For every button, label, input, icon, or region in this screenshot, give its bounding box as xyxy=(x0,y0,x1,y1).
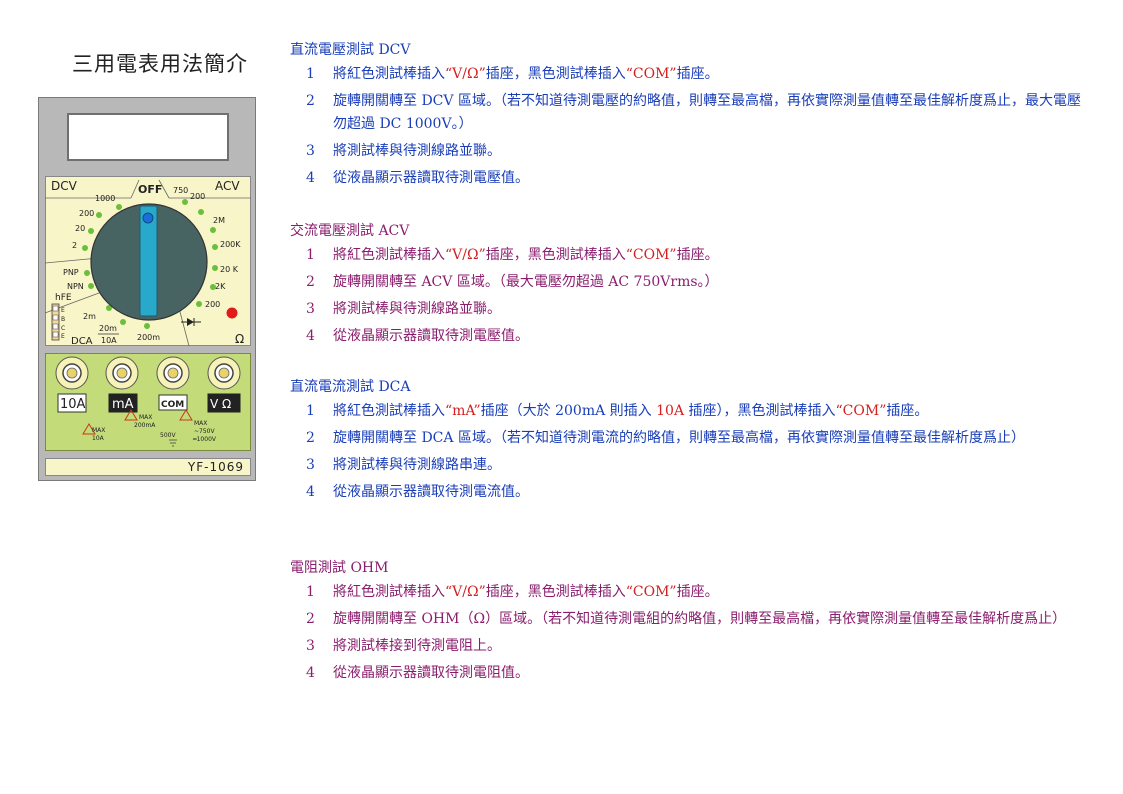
step-item: 4 從液晶顯示器讀取待測電壓值。 xyxy=(306,170,529,186)
npn-label: NPN xyxy=(67,282,84,291)
step-item: 1 將紅色測試棒插入“mA”插座（大於 200mA 則插入 10A 插座），黑色… xyxy=(306,403,929,419)
range-20K: 20 K xyxy=(220,265,239,274)
step-item: 3 將測試棒與待測線路串連。 xyxy=(306,457,501,473)
svg-text:B: B xyxy=(61,316,65,323)
range-2M: 2M xyxy=(213,216,225,225)
svg-text:E: E xyxy=(61,307,65,314)
range-10A: 10A xyxy=(101,336,117,345)
range-200m: 200m xyxy=(137,333,160,342)
pnp-label: PNP xyxy=(63,268,79,277)
step-item: 1 將紅色測試棒插入“V/Ω”插座，黑色測試棒插入“COM”插座。 xyxy=(306,584,719,600)
step-item: 3 將測試棒接到待測電阻上。 xyxy=(306,638,501,654)
section-title: 交流電壓測試 ACV xyxy=(290,223,410,239)
step-item: 4 從液晶顯示器讀取待測電流值。 xyxy=(306,484,529,500)
step-item: 4 從液晶顯示器讀取待測電阻值。 xyxy=(306,665,529,681)
svg-text:~750V: ~750V xyxy=(194,428,215,435)
section-title: 電阻測試 OHM xyxy=(290,560,389,576)
ohm-label: Ω xyxy=(235,332,244,346)
svg-text:MAX: MAX xyxy=(92,427,105,434)
range-200K: 200K xyxy=(220,240,241,249)
jack-com-label: COM xyxy=(161,400,184,410)
step-item: 1 將紅色測試棒插入“V/Ω”插座，黑色測試棒插入“COM”插座。 xyxy=(306,247,719,263)
range-20m: 20m xyxy=(99,324,117,333)
range-1000: 1000 xyxy=(95,194,115,203)
hfe-label: hFE xyxy=(55,293,72,303)
step-item: 2 旋轉開關轉至 ACV 區域。（最大電壓勿超過 AC 750Vrms。） xyxy=(306,274,719,290)
step-item: 2 旋轉開關轉至 OHM（Ω）區域。（若不知道待測電組的約略值，則轉至最高檔，再… xyxy=(306,611,1067,627)
range-200-ohm: 200 xyxy=(205,300,220,309)
range-2m: 2m xyxy=(83,312,96,321)
input-jacks xyxy=(55,356,241,390)
dcv-label: DCV xyxy=(51,179,78,193)
section-dca: 直流電流測試 DCA 1 將紅色測試棒插入“mA”插座（大於 200mA 則插入… xyxy=(290,378,1110,504)
jack-10a-label: 10A xyxy=(60,397,86,412)
multimeter-illustration: YF-1069 DCV ACV OFF 1000 200 20 2 750 20… xyxy=(38,97,256,481)
multimeter-graphics: DCV ACV OFF 1000 200 20 2 750 200 2M 200… xyxy=(44,179,251,447)
section-acv: 交流電壓測試 ACV 1 將紅色測試棒插入“V/Ω”插座，黑色測試棒插入“COM… xyxy=(290,222,1110,348)
svg-text:500V: 500V xyxy=(160,432,176,439)
svg-text:10A: 10A xyxy=(92,435,105,442)
dca-label: DCA xyxy=(71,336,93,347)
step-item: 2 旋轉開關轉至 DCV 區域。（若不知道待測電壓的約略值，則轉至最高檔，再依實… xyxy=(306,93,1081,132)
off-label: OFF xyxy=(138,183,162,196)
section-title: 直流電壓測試 DCV xyxy=(290,42,411,58)
step-item: 1 將紅色測試棒插入“V/Ω”插座，黑色測試棒插入“COM”插座。 xyxy=(306,66,719,82)
range-20: 20 xyxy=(75,224,85,233)
jack-vohm-label: V Ω xyxy=(210,397,231,411)
step-item: 3 將測試棒與待測線路並聯。 xyxy=(306,301,501,317)
svg-text:200mA: 200mA xyxy=(134,422,156,429)
section-title: 直流電流測試 DCA xyxy=(290,379,411,395)
svg-text:E: E xyxy=(61,333,65,340)
step-item: 3 將測試棒與待測線路並聯。 xyxy=(306,143,501,159)
svg-text:C: C xyxy=(61,325,65,332)
range-200: 200 xyxy=(79,209,94,218)
range-750: 750 xyxy=(173,186,188,195)
step-item: 4 從液晶顯示器讀取待測電壓值。 xyxy=(306,328,529,344)
svg-text:MAX: MAX xyxy=(139,414,152,421)
jack-ma-label: mA xyxy=(112,397,134,412)
step-item: 2 旋轉開關轉至 DCA 區域。（若不知道待測電流的約略值，則轉至最高檔，再依實… xyxy=(306,430,1025,446)
section-ohm: 電阻測試 OHM 1 將紅色測試棒插入“V/Ω”插座，黑色測試棒插入“COM”插… xyxy=(290,559,1110,685)
svg-text:═1000V: ═1000V xyxy=(192,436,217,443)
range-200-ac: 200 xyxy=(190,192,205,201)
page-title: 三用電表用法簡介 xyxy=(72,52,248,76)
acv-label: ACV xyxy=(215,179,240,193)
section-dcv: 直流電壓測試 DCV 1 將紅色測試棒插入“V/Ω”插座，黑色測試棒插入“COM… xyxy=(290,41,1110,190)
range-2K: 2K xyxy=(215,282,226,291)
range-2: 2 xyxy=(72,241,77,250)
svg-text:MAX: MAX xyxy=(194,420,207,427)
